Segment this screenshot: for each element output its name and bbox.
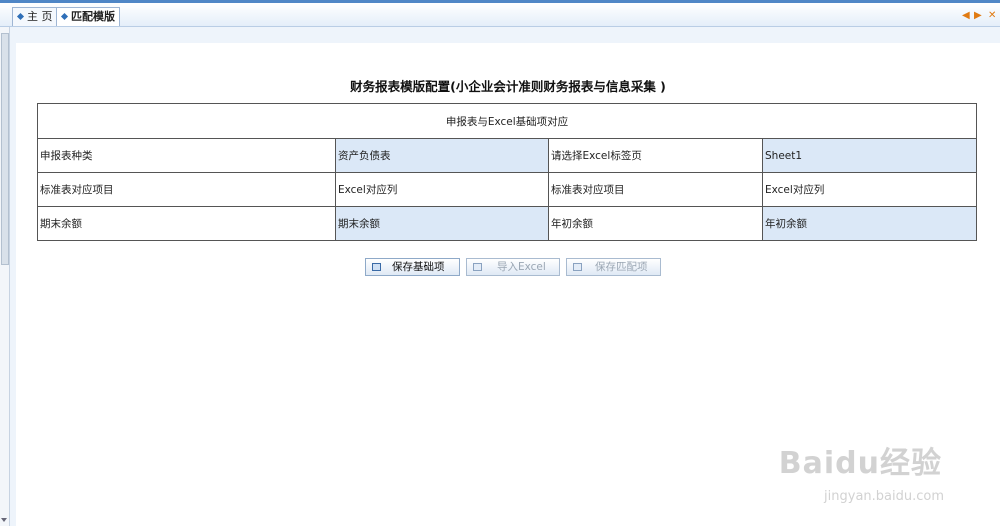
table-cell: 年初余额 (548, 206, 763, 241)
scroll-down-icon[interactable] (1, 518, 7, 522)
watermark-url: jingyan.baidu.com (824, 489, 944, 504)
tab-diamond-icon (16, 12, 25, 20)
table-cell: 标准表对应项目 (37, 172, 336, 207)
report-type-label: 申报表种类 (37, 138, 336, 173)
left-scrollbar[interactable] (0, 27, 10, 526)
import-excel-button[interactable]: 导入Excel (466, 258, 560, 276)
save-base-button[interactable]: 保存基础项 (365, 258, 460, 276)
tab-label: 主 页 (27, 10, 53, 23)
report-type-select[interactable]: 资产负债表 (335, 138, 549, 173)
button-label: 保存匹配项 (595, 261, 648, 273)
scrollbar-thumb[interactable] (1, 33, 9, 265)
button-label: 导入Excel (497, 261, 546, 273)
table-cell: 标准表对应项目 (548, 172, 763, 207)
excel-sheet-select[interactable]: Sheet1 (761, 138, 978, 173)
tab-bar: 主 页 匹配模版 ◀ ▶ ✕ (0, 3, 1000, 27)
excel-column-input[interactable]: 期末余额 (335, 206, 549, 241)
save-icon (573, 263, 582, 271)
tab-label: 匹配模版 (71, 10, 115, 23)
tab-scroll-left-icon[interactable]: ◀ (962, 10, 970, 22)
tab-scroll-right-icon[interactable]: ▶ (974, 10, 982, 22)
excel-column-input[interactable]: 年初余额 (761, 206, 978, 241)
tab-match-template[interactable]: 匹配模版 (56, 7, 120, 26)
tab-diamond-icon (60, 12, 69, 20)
table-row: 申报表种类 资产负债表 请选择Excel标签页 Sheet1 (37, 138, 978, 173)
tab-close-icon[interactable]: ✕ (988, 10, 996, 22)
button-label: 保存基础项 (392, 261, 445, 273)
save-match-button[interactable]: 保存匹配项 (566, 258, 661, 276)
page-title: 财务报表模版配置(小企业会计准则财务报表与信息采集 ) (350, 79, 666, 94)
excel-sheet-label: 请选择Excel标签页 (548, 138, 763, 173)
watermark-brand: Baidu经验 (778, 446, 942, 481)
table-cell: Excel对应列 (335, 172, 549, 207)
table-row: 标准表对应项目 Excel对应列 标准表对应项目 Excel对应列 (37, 172, 978, 207)
table-cell: 期末余额 (37, 206, 336, 241)
save-icon (372, 263, 381, 271)
table-header: 申报表与Excel基础项对应 (36, 103, 978, 139)
tab-home[interactable]: 主 页 (12, 7, 61, 26)
table-cell: Excel对应列 (761, 172, 978, 207)
table-header-row: 申报表与Excel基础项对应 (36, 103, 978, 139)
table-row: 期末余额 期末余额 年初余额 年初余额 (37, 206, 978, 241)
mapping-table: 申报表与Excel基础项对应 申报表种类 资产负债表 请选择Excel标签页 S… (36, 103, 978, 241)
import-icon (473, 263, 482, 271)
